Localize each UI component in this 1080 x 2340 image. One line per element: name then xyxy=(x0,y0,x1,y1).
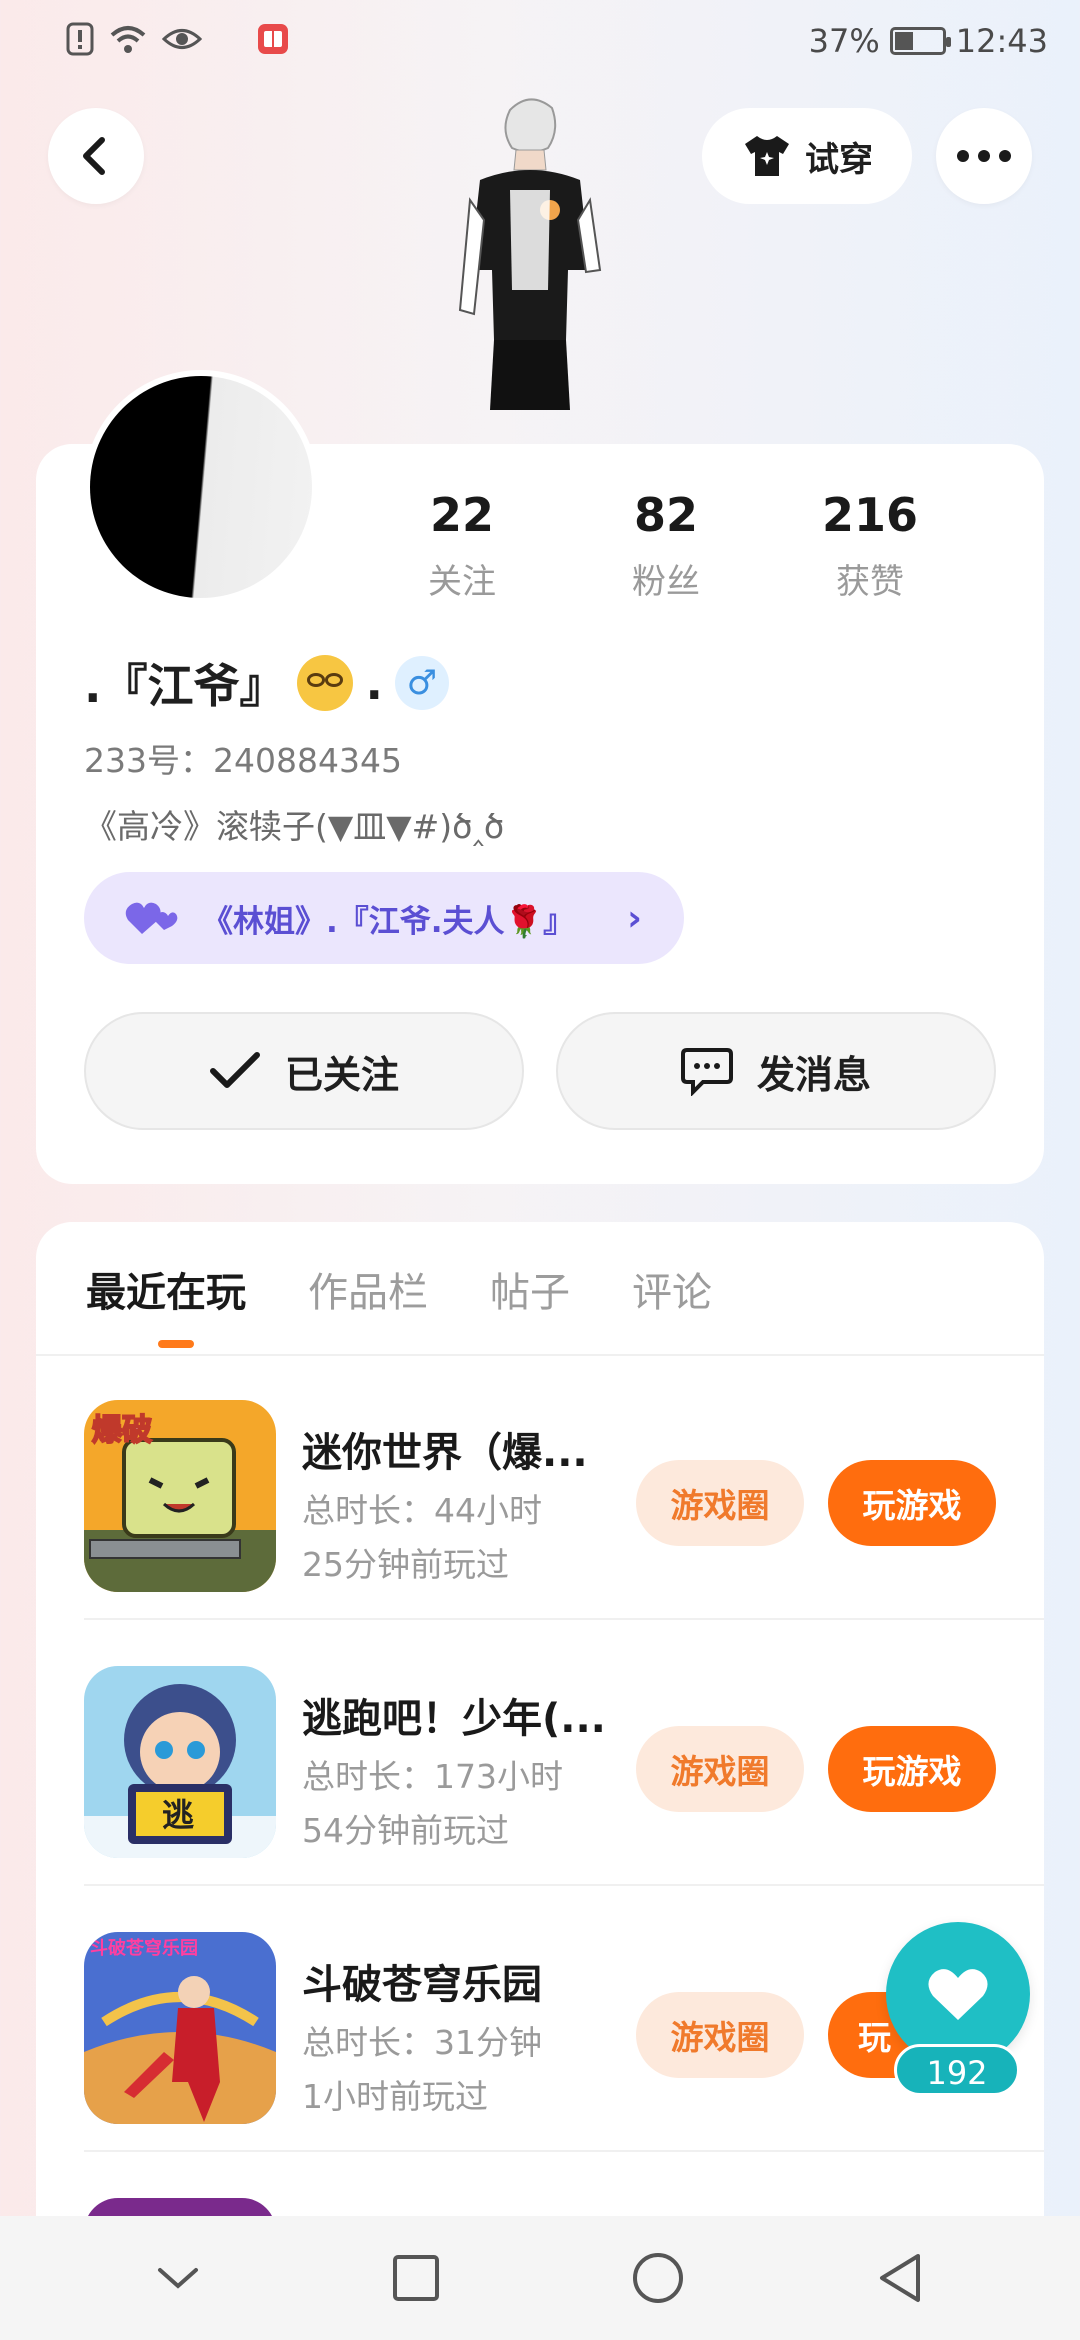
stat-following[interactable]: 22 关注 xyxy=(362,488,562,603)
game-duration: 总时长：31分钟 xyxy=(302,2023,542,2062)
send-message-label: 发消息 xyxy=(756,1052,871,1097)
clock: 12:43 xyxy=(955,22,1048,60)
followers-count: 82 xyxy=(633,488,698,542)
game-circle-button[interactable]: 游戏圈 xyxy=(636,1992,804,2078)
status-icons-left xyxy=(66,22,290,56)
game-duration: 总时长：173小时 xyxy=(302,1757,563,1796)
chevron-down-icon[interactable] xyxy=(156,2264,200,2292)
tab-recently-played[interactable]: 最近在玩 xyxy=(86,1260,246,1348)
double-heart-icon xyxy=(125,902,178,934)
user-id[interactable]: 233号：240884345 xyxy=(84,734,402,782)
followed-button[interactable]: 已关注 xyxy=(84,1012,524,1130)
tab-works[interactable]: 作品栏 xyxy=(308,1260,428,1318)
game-icon-mini-world: 爆破 xyxy=(84,1400,276,1592)
game-last-played: 25分钟前玩过 xyxy=(302,1545,509,1584)
game-duration: 总时长：44小时 xyxy=(302,1491,542,1530)
play-game-button[interactable]: 玩游戏 xyxy=(828,1726,996,1812)
status-icons-right: 37% 12:43 xyxy=(809,22,1048,60)
more-button[interactable] xyxy=(936,108,1032,204)
back-arrow-icon xyxy=(83,137,105,175)
couple-tag-label: 《林姐》.『江爷.夫人🌹』 xyxy=(202,903,575,940)
like-count: 192 xyxy=(894,2044,1020,2096)
game1-badge: 爆破 xyxy=(92,1413,152,1448)
likes-count: 216 xyxy=(821,488,919,542)
nickname-text: .『江爷』 xyxy=(84,659,286,713)
avatar-image xyxy=(90,376,312,598)
play-game-button[interactable]: 玩游戏 xyxy=(828,1460,996,1546)
try-on-label: 试穿 xyxy=(805,139,873,180)
nickname: .『江爷』 . ♂ xyxy=(84,650,449,716)
back-triangle-icon[interactable] xyxy=(876,2252,924,2304)
couple-tag[interactable]: 《林姐》.『江爷.夫人🌹』 › xyxy=(84,872,684,964)
stat-likes[interactable]: 216 获赞 xyxy=(770,488,970,603)
back-button[interactable] xyxy=(48,108,144,204)
tab-bar: 最近在玩 作品栏 帖子 评论 xyxy=(86,1260,712,1348)
system-nav-bar xyxy=(0,2216,1080,2340)
try-on-button[interactable]: 试穿 xyxy=(702,108,912,204)
wifi-icon xyxy=(110,26,146,53)
followers-label: 粉丝 xyxy=(632,562,700,602)
more-dots-icon xyxy=(957,150,1011,162)
book-app-icon xyxy=(258,24,288,54)
game-row[interactable]: 逃 逃跑吧！少年(... 总时长：173小时 54分钟前玩过 游戏圈 玩游戏 xyxy=(84,1620,1044,1886)
stat-followers[interactable]: 82 粉丝 xyxy=(566,488,766,603)
recent-apps-icon[interactable] xyxy=(392,2254,440,2302)
game-icon-doupo: 斗破苍穹乐园 xyxy=(84,1932,276,2124)
game-circle-button[interactable]: 游戏圈 xyxy=(636,1726,804,1812)
game-last-played: 1小时前玩过 xyxy=(302,2077,488,2116)
following-count: 22 xyxy=(429,488,494,542)
game-row[interactable]: 爆破 迷你世界（爆... 总时长：44小时 25分钟前玩过 游戏圈 玩游戏 xyxy=(84,1354,1044,1620)
shirt-icon xyxy=(745,136,789,176)
game-title: 迷你世界（爆... xyxy=(302,1430,588,1476)
tab-posts[interactable]: 帖子 xyxy=(490,1260,570,1318)
game-icon-run-boy: 逃 xyxy=(84,1666,276,1858)
game-title: 逃跑吧！少年(... xyxy=(302,1696,606,1742)
game2-badge: 逃 xyxy=(162,1796,194,1834)
check-icon xyxy=(209,1052,260,1088)
likes-label: 获赞 xyxy=(836,562,904,602)
activity-card: 最近在玩 作品栏 帖子 评论 爆破 迷你世界（爆... 总时长：44小时 25分… xyxy=(36,1222,1044,2340)
tab-comments[interactable]: 评论 xyxy=(632,1260,712,1318)
chat-bubble-icon xyxy=(680,1048,733,1096)
game3-badge: 斗破苍穹乐园 xyxy=(90,1937,198,1959)
followed-label: 已关注 xyxy=(284,1052,399,1097)
status-bar: 37% 12:43 xyxy=(0,0,1080,90)
send-message-button[interactable]: 发消息 xyxy=(556,1012,996,1130)
woozy-face-icon xyxy=(297,655,354,711)
avatar[interactable] xyxy=(84,370,318,604)
battery-icon xyxy=(889,27,951,55)
following-label: 关注 xyxy=(428,562,496,602)
nickname-suffix: . xyxy=(365,656,383,710)
eye-icon xyxy=(162,29,202,49)
home-icon[interactable] xyxy=(632,2252,684,2304)
male-gender-icon: ♂ xyxy=(394,656,449,710)
game-last-played: 54分钟前玩过 xyxy=(302,1811,509,1850)
game-circle-button[interactable]: 游戏圈 xyxy=(636,1460,804,1546)
battery-percent: 37% xyxy=(808,22,880,60)
heart-icon xyxy=(928,1969,988,2020)
chevron-right-icon: › xyxy=(627,897,642,939)
game-title: 斗破苍穹乐园 xyxy=(302,1962,542,2008)
user-bio: 《高冷》滚犊子(▼皿▼#)ծ‸ծ xyxy=(84,807,505,846)
character-figure xyxy=(458,98,602,410)
alert-icon xyxy=(66,22,94,56)
